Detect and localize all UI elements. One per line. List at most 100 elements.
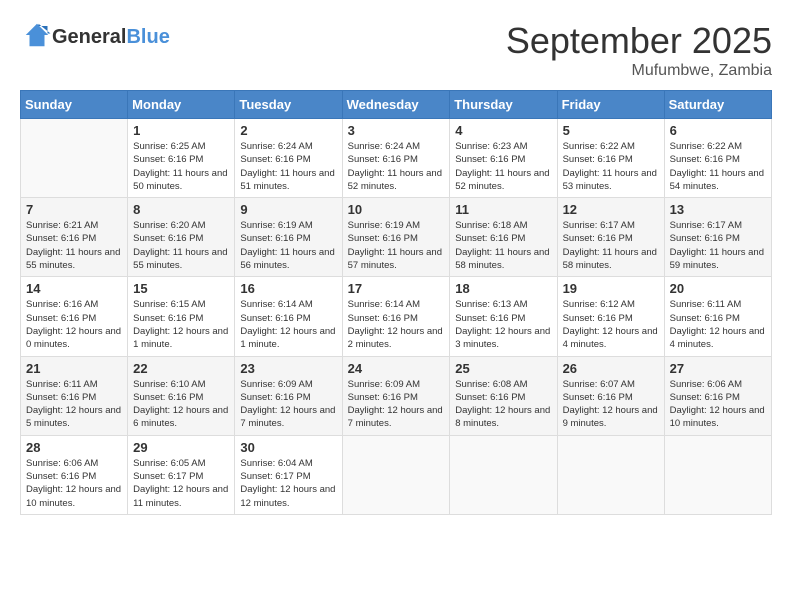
day-info: Sunrise: 6:09 AMSunset: 6:16 PMDaylight:… bbox=[240, 378, 336, 431]
calendar-cell: 22 Sunrise: 6:10 AMSunset: 6:16 PMDayligh… bbox=[128, 356, 235, 435]
weekday-header-friday: Friday bbox=[557, 91, 664, 119]
logo: GeneralBlue bbox=[20, 20, 170, 55]
calendar-cell bbox=[450, 435, 557, 514]
day-number: 17 bbox=[348, 281, 445, 296]
day-info: Sunrise: 6:22 AMSunset: 6:16 PMDaylight:… bbox=[670, 140, 766, 193]
logo-blue: Blue bbox=[126, 26, 169, 48]
day-info: Sunrise: 6:14 AMSunset: 6:16 PMDaylight:… bbox=[240, 298, 336, 351]
day-info: Sunrise: 6:07 AMSunset: 6:16 PMDaylight:… bbox=[563, 378, 659, 431]
day-number: 24 bbox=[348, 361, 445, 376]
weekday-header-wednesday: Wednesday bbox=[342, 91, 450, 119]
day-info: Sunrise: 6:24 AMSunset: 6:16 PMDaylight:… bbox=[348, 140, 445, 193]
day-info: Sunrise: 6:19 AMSunset: 6:16 PMDaylight:… bbox=[348, 219, 445, 272]
calendar-week-2: 7 Sunrise: 6:21 AMSunset: 6:16 PMDaylight… bbox=[21, 198, 772, 277]
calendar-cell: 19Sunrise: 6:12 AMSunset: 6:16 PMDayligh… bbox=[557, 277, 664, 356]
day-number: 18 bbox=[455, 281, 551, 296]
calendar-cell: 17 Sunrise: 6:14 AMSunset: 6:16 PMDayligh… bbox=[342, 277, 450, 356]
month-title: September 2025 bbox=[506, 20, 772, 62]
day-info: Sunrise: 6:12 AMSunset: 6:16 PMDaylight:… bbox=[563, 298, 659, 351]
day-info: Sunrise: 6:15 AMSunset: 6:16 PMDaylight:… bbox=[133, 298, 229, 351]
calendar-cell: 25Sunrise: 6:08 AMSunset: 6:16 PMDayligh… bbox=[450, 356, 557, 435]
day-number: 14 bbox=[26, 281, 122, 296]
calendar-cell: 21 Sunrise: 6:11 AMSunset: 6:16 PMDayligh… bbox=[21, 356, 128, 435]
day-number: 13 bbox=[670, 202, 766, 217]
calendar-cell: 1 Sunrise: 6:25 AMSunset: 6:16 PMDaylight… bbox=[128, 119, 235, 198]
day-number: 5 bbox=[563, 123, 659, 138]
weekday-header-monday: Monday bbox=[128, 91, 235, 119]
calendar-cell: 11Sunrise: 6:18 AMSunset: 6:16 PMDayligh… bbox=[450, 198, 557, 277]
calendar-cell: 18 Sunrise: 6:13 AMSunset: 6:16 PMDayligh… bbox=[450, 277, 557, 356]
day-info: Sunrise: 6:09 AMSunset: 6:16 PMDaylight:… bbox=[348, 378, 445, 431]
day-info: Sunrise: 6:06 AMSunset: 6:16 PMDaylight:… bbox=[26, 457, 122, 510]
day-number: 29 bbox=[133, 440, 229, 455]
day-number: 11 bbox=[455, 202, 551, 217]
calendar-week-3: 14 Sunrise: 6:16 AMSunset: 6:16 PMDayligh… bbox=[21, 277, 772, 356]
calendar-cell: 30 Sunrise: 6:04 AMSunset: 6:17 PMDayligh… bbox=[235, 435, 342, 514]
weekday-header-thursday: Thursday bbox=[450, 91, 557, 119]
page-header: GeneralBlue September 2025 Mufumbwe, Zam… bbox=[20, 20, 772, 80]
calendar-week-5: 28Sunrise: 6:06 AMSunset: 6:16 PMDayligh… bbox=[21, 435, 772, 514]
day-info: Sunrise: 6:23 AMSunset: 6:16 PMDaylight:… bbox=[455, 140, 551, 193]
day-info: Sunrise: 6:05 AMSunset: 6:17 PMDaylight:… bbox=[133, 457, 229, 510]
calendar-cell bbox=[21, 119, 128, 198]
day-number: 26 bbox=[563, 361, 659, 376]
calendar-cell: 29 Sunrise: 6:05 AMSunset: 6:17 PMDayligh… bbox=[128, 435, 235, 514]
day-info: Sunrise: 6:24 AMSunset: 6:16 PMDaylight:… bbox=[240, 140, 336, 193]
calendar-cell: 14 Sunrise: 6:16 AMSunset: 6:16 PMDayligh… bbox=[21, 277, 128, 356]
calendar-cell: 7 Sunrise: 6:21 AMSunset: 6:16 PMDaylight… bbox=[21, 198, 128, 277]
day-info: Sunrise: 6:13 AMSunset: 6:16 PMDaylight:… bbox=[455, 298, 551, 351]
day-info: Sunrise: 6:10 AMSunset: 6:16 PMDaylight:… bbox=[133, 378, 229, 431]
day-number: 1 bbox=[133, 123, 229, 138]
day-number: 2 bbox=[240, 123, 336, 138]
day-info: Sunrise: 6:16 AMSunset: 6:16 PMDaylight:… bbox=[26, 298, 122, 351]
weekday-header-saturday: Saturday bbox=[664, 91, 771, 119]
day-number: 30 bbox=[240, 440, 336, 455]
logo-general: General bbox=[52, 26, 126, 48]
day-info: Sunrise: 6:19 AMSunset: 6:16 PMDaylight:… bbox=[240, 219, 336, 272]
day-info: Sunrise: 6:22 AMSunset: 6:16 PMDaylight:… bbox=[563, 140, 659, 193]
day-info: Sunrise: 6:08 AMSunset: 6:16 PMDaylight:… bbox=[455, 378, 551, 431]
day-info: Sunrise: 6:11 AMSunset: 6:16 PMDaylight:… bbox=[670, 298, 766, 351]
calendar-cell: 6 Sunrise: 6:22 AMSunset: 6:16 PMDaylight… bbox=[664, 119, 771, 198]
calendar-cell: 10 Sunrise: 6:19 AMSunset: 6:16 PMDayligh… bbox=[342, 198, 450, 277]
weekday-header-sunday: Sunday bbox=[21, 91, 128, 119]
day-info: Sunrise: 6:17 AMSunset: 6:16 PMDaylight:… bbox=[670, 219, 766, 272]
calendar-cell bbox=[342, 435, 450, 514]
day-number: 20 bbox=[670, 281, 766, 296]
calendar-cell: 9 Sunrise: 6:19 AMSunset: 6:16 PMDaylight… bbox=[235, 198, 342, 277]
calendar-cell: 20 Sunrise: 6:11 AMSunset: 6:16 PMDayligh… bbox=[664, 277, 771, 356]
calendar-cell: 26 Sunrise: 6:07 AMSunset: 6:16 PMDayligh… bbox=[557, 356, 664, 435]
day-number: 22 bbox=[133, 361, 229, 376]
day-info: Sunrise: 6:06 AMSunset: 6:16 PMDaylight:… bbox=[670, 378, 766, 431]
calendar-cell: 2 Sunrise: 6:24 AMSunset: 6:16 PMDaylight… bbox=[235, 119, 342, 198]
day-info: Sunrise: 6:04 AMSunset: 6:17 PMDaylight:… bbox=[240, 457, 336, 510]
day-number: 10 bbox=[348, 202, 445, 217]
calendar-cell bbox=[664, 435, 771, 514]
day-number: 9 bbox=[240, 202, 336, 217]
day-info: Sunrise: 6:11 AMSunset: 6:16 PMDaylight:… bbox=[26, 378, 122, 431]
day-number: 8 bbox=[133, 202, 229, 217]
calendar-cell: 24 Sunrise: 6:09 AMSunset: 6:16 PMDayligh… bbox=[342, 356, 450, 435]
title-block: September 2025 Mufumbwe, Zambia bbox=[506, 20, 772, 80]
calendar-week-4: 21 Sunrise: 6:11 AMSunset: 6:16 PMDayligh… bbox=[21, 356, 772, 435]
day-info: Sunrise: 6:14 AMSunset: 6:16 PMDaylight:… bbox=[348, 298, 445, 351]
day-number: 6 bbox=[670, 123, 766, 138]
weekday-header-tuesday: Tuesday bbox=[235, 91, 342, 119]
day-info: Sunrise: 6:25 AMSunset: 6:16 PMDaylight:… bbox=[133, 140, 229, 193]
calendar-cell: 28Sunrise: 6:06 AMSunset: 6:16 PMDayligh… bbox=[21, 435, 128, 514]
calendar-cell: 5 Sunrise: 6:22 AMSunset: 6:16 PMDaylight… bbox=[557, 119, 664, 198]
calendar-cell: 27Sunrise: 6:06 AMSunset: 6:16 PMDayligh… bbox=[664, 356, 771, 435]
day-number: 7 bbox=[26, 202, 122, 217]
day-info: Sunrise: 6:21 AMSunset: 6:16 PMDaylight:… bbox=[26, 219, 122, 272]
day-number: 21 bbox=[26, 361, 122, 376]
calendar-cell: 8Sunrise: 6:20 AMSunset: 6:16 PMDaylight… bbox=[128, 198, 235, 277]
logo-icon bbox=[22, 20, 52, 50]
calendar-week-1: 1 Sunrise: 6:25 AMSunset: 6:16 PMDaylight… bbox=[21, 119, 772, 198]
day-info: Sunrise: 6:17 AMSunset: 6:16 PMDaylight:… bbox=[563, 219, 659, 272]
day-number: 4 bbox=[455, 123, 551, 138]
calendar-cell: 15Sunrise: 6:15 AMSunset: 6:16 PMDayligh… bbox=[128, 277, 235, 356]
calendar-cell: 13 Sunrise: 6:17 AMSunset: 6:16 PMDayligh… bbox=[664, 198, 771, 277]
day-number: 12 bbox=[563, 202, 659, 217]
calendar-cell: 4 Sunrise: 6:23 AMSunset: 6:16 PMDaylight… bbox=[450, 119, 557, 198]
weekday-header-row: SundayMondayTuesdayWednesdayThursdayFrid… bbox=[21, 91, 772, 119]
